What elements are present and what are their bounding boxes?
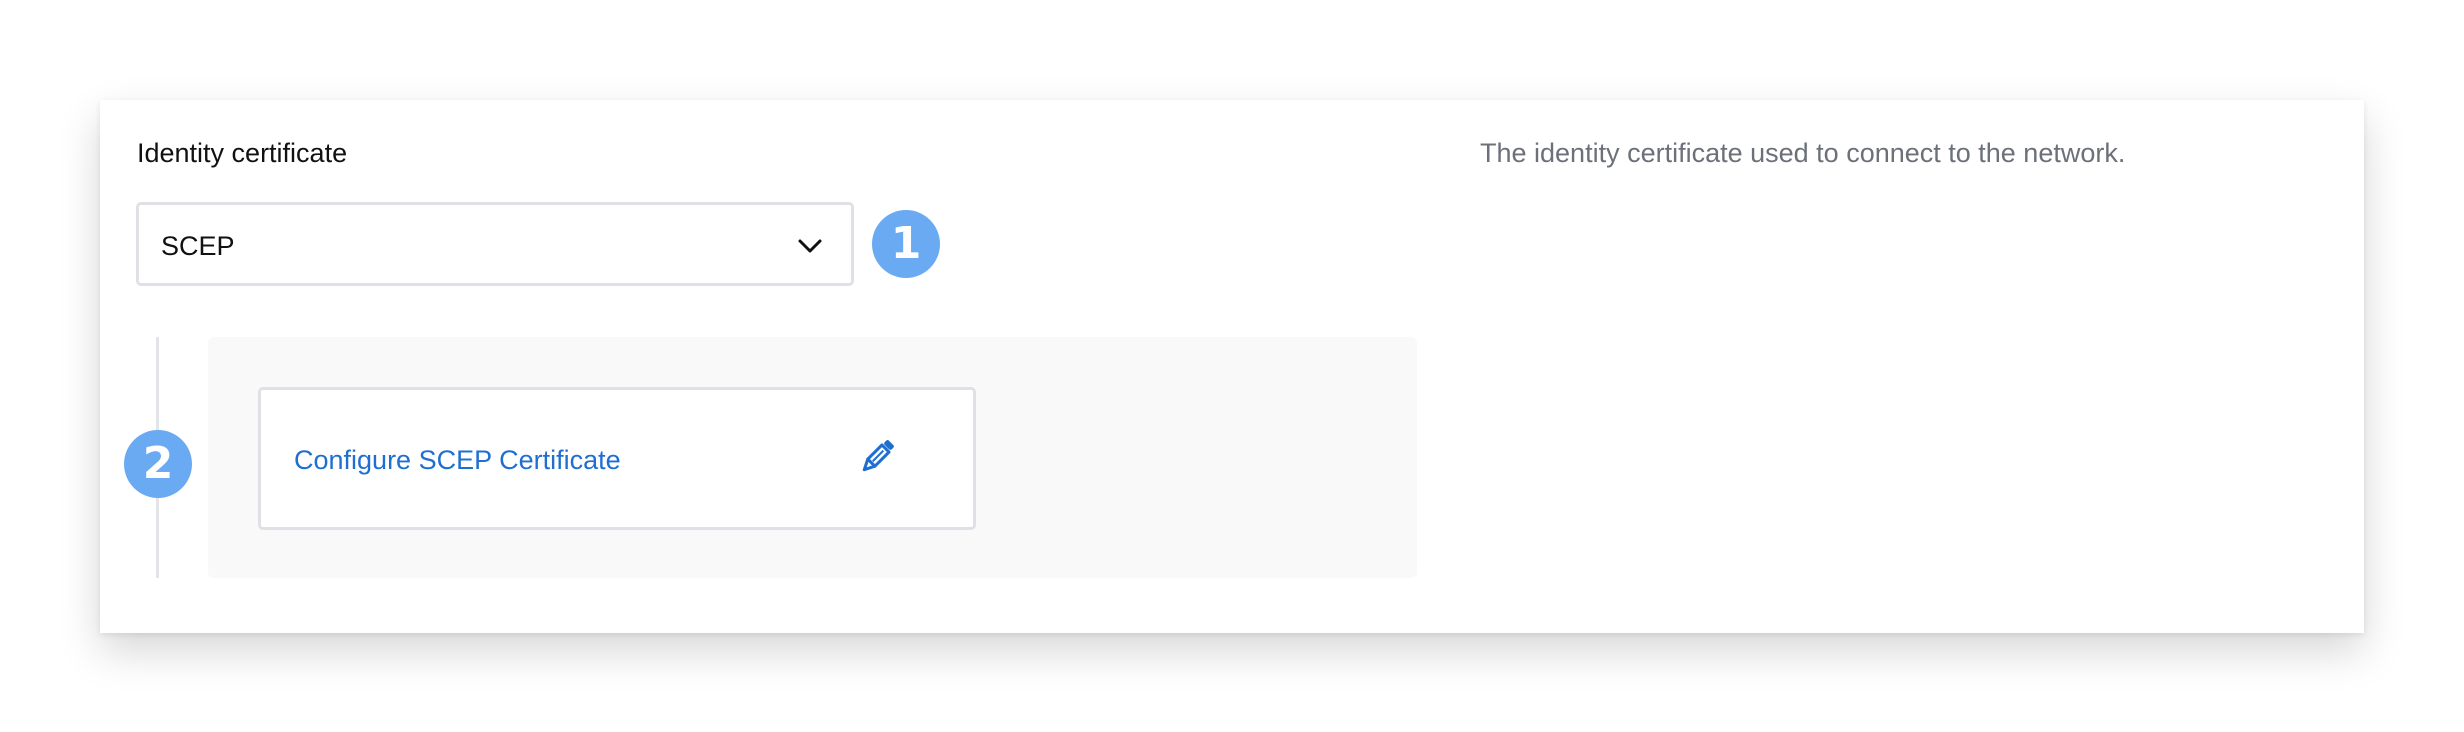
scep-config-panel: Configure SCEP Certificate [208, 337, 1417, 578]
step-badge-1: 1 [872, 210, 940, 278]
step-badge-2: 2 [124, 430, 192, 498]
pencil-icon[interactable] [856, 436, 898, 478]
identity-certificate-description: The identity certificate used to connect… [1480, 138, 2126, 168]
configure-scep-certificate-box[interactable]: Configure SCEP Certificate [258, 387, 976, 530]
identity-certificate-card: Identity certificate The identity certif… [100, 100, 2364, 633]
chevron-down-icon [798, 239, 822, 253]
identity-certificate-select[interactable]: SCEP [136, 202, 854, 286]
configure-scep-certificate-link[interactable]: Configure SCEP Certificate [294, 447, 621, 474]
identity-certificate-select-value: SCEP [161, 231, 235, 261]
identity-certificate-label: Identity certificate [137, 138, 348, 168]
